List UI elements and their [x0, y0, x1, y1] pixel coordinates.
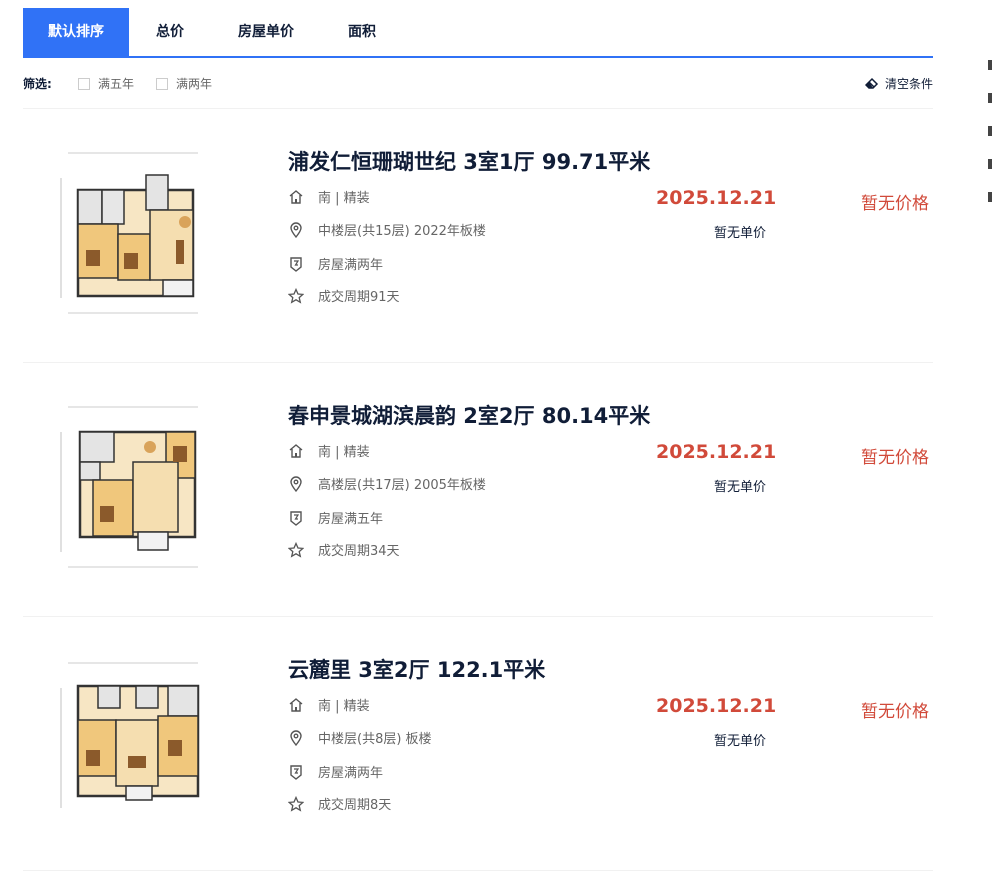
- total-price: 暂无价格: [861, 194, 929, 214]
- shield-icon: [290, 510, 302, 526]
- total-price: 暂无价格: [861, 448, 929, 468]
- sidebar-fragment: [988, 126, 992, 136]
- eraser-icon: [864, 77, 879, 89]
- house-icon: [289, 443, 303, 458]
- house-icon: [289, 697, 303, 712]
- filter-label: 筛选:: [23, 77, 52, 91]
- sidebar-fragment: [988, 60, 992, 70]
- floor-plan-image[interactable]: [58, 148, 218, 318]
- sidebar-fragment: [988, 93, 992, 103]
- orientation-text: 南 | 精装: [318, 191, 370, 206]
- checkbox-box[interactable]: [156, 77, 168, 90]
- clear-filters-label: 清空条件: [884, 77, 933, 91]
- cycle-text: 成交周期91天: [318, 290, 400, 305]
- unit-price: 暂无单价: [714, 480, 767, 495]
- location-pin-icon: [290, 475, 302, 492]
- listing-item[interactable]: 春申景城湖滨晨韵 2室2厅 80.14平米 南 | 精装 高楼层(共17层) 2…: [23, 362, 933, 617]
- filter-checkbox-five-years[interactable]: 满五年: [78, 75, 134, 92]
- listing-title[interactable]: 浦发仁恒珊瑚世纪 3室1厅 99.71平米: [288, 146, 650, 176]
- tab-area[interactable]: 面积: [321, 8, 403, 56]
- listing-item[interactable]: 云麓里 3室2厅 122.1平米 南 | 精装 中楼层(共8层) 板楼 房屋满两…: [23, 616, 933, 871]
- listing-cycle: 成交周期91天: [288, 286, 400, 305]
- listing-floor: 高楼层(共17层) 2005年板楼: [288, 474, 486, 493]
- checkbox-label: 满五年: [98, 77, 135, 91]
- floor-text: 高楼层(共17层) 2005年板楼: [318, 478, 486, 493]
- clipped-sidebar-edge: [988, 60, 994, 225]
- floor-text: 中楼层(共15层) 2022年板楼: [318, 224, 486, 239]
- listing-floor: 中楼层(共15层) 2022年板楼: [288, 220, 486, 239]
- location-pin-icon: [290, 729, 302, 746]
- shield-icon: [290, 764, 302, 780]
- tab-default-sort[interactable]: 默认排序: [23, 8, 129, 56]
- unit-price: 暂无单价: [714, 734, 767, 749]
- orientation-text: 南 | 精装: [318, 445, 370, 460]
- listing-cycle: 成交周期34天: [288, 540, 400, 559]
- star-icon: [288, 541, 304, 558]
- listing-tag: 房屋满两年: [288, 762, 383, 781]
- tag-text: 房屋满两年: [318, 766, 384, 781]
- listing-tag: 房屋满五年: [288, 508, 383, 527]
- checkbox-label: 满两年: [176, 77, 213, 91]
- listing-floor: 中楼层(共8层) 板楼: [288, 728, 432, 747]
- total-price: 暂无价格: [861, 702, 929, 722]
- filter-checkbox-two-years[interactable]: 满两年: [156, 75, 212, 92]
- deal-date: 2025.12.21: [656, 441, 777, 463]
- floor-plan-image[interactable]: [58, 658, 218, 828]
- sidebar-fragment: [988, 159, 992, 169]
- listing-item[interactable]: 浦发仁恒珊瑚世纪 3室1厅 99.71平米 南 | 精装 中楼层(共15层) 2…: [23, 108, 933, 363]
- checkbox-box[interactable]: [78, 77, 90, 90]
- star-icon: [288, 795, 304, 812]
- listing-orientation: 南 | 精装: [288, 187, 370, 206]
- sidebar-fragment: [988, 192, 992, 202]
- unit-price: 暂无单价: [714, 226, 767, 241]
- shield-icon: [290, 256, 302, 272]
- filter-bar: 筛选: 满五年 满两年 清空条件: [23, 66, 933, 109]
- clear-filters-button[interactable]: 清空条件: [864, 75, 933, 92]
- cycle-text: 成交周期34天: [318, 544, 400, 559]
- listing-title[interactable]: 云麓里 3室2厅 122.1平米: [288, 654, 545, 684]
- tab-total-price[interactable]: 总价: [129, 8, 211, 56]
- deal-date: 2025.12.21: [656, 187, 777, 209]
- deal-date: 2025.12.21: [656, 695, 777, 717]
- floor-plan-image[interactable]: [58, 402, 218, 572]
- listing-cycle: 成交周期8天: [288, 794, 391, 813]
- sort-tabs: 默认排序 总价 房屋单价 面积: [23, 8, 933, 58]
- tab-unit-price[interactable]: 房屋单价: [211, 8, 321, 56]
- tag-text: 房屋满两年: [318, 258, 384, 273]
- floor-text: 中楼层(共8层) 板楼: [318, 732, 432, 747]
- orientation-text: 南 | 精装: [318, 699, 370, 714]
- star-icon: [288, 287, 304, 304]
- tag-text: 房屋满五年: [318, 512, 384, 527]
- location-pin-icon: [290, 221, 302, 238]
- listing-title[interactable]: 春申景城湖滨晨韵 2室2厅 80.14平米: [288, 400, 650, 430]
- house-icon: [289, 189, 303, 204]
- listing-tag: 房屋满两年: [288, 254, 383, 273]
- listing-orientation: 南 | 精装: [288, 695, 370, 714]
- cycle-text: 成交周期8天: [318, 798, 392, 813]
- listing-orientation: 南 | 精装: [288, 441, 370, 460]
